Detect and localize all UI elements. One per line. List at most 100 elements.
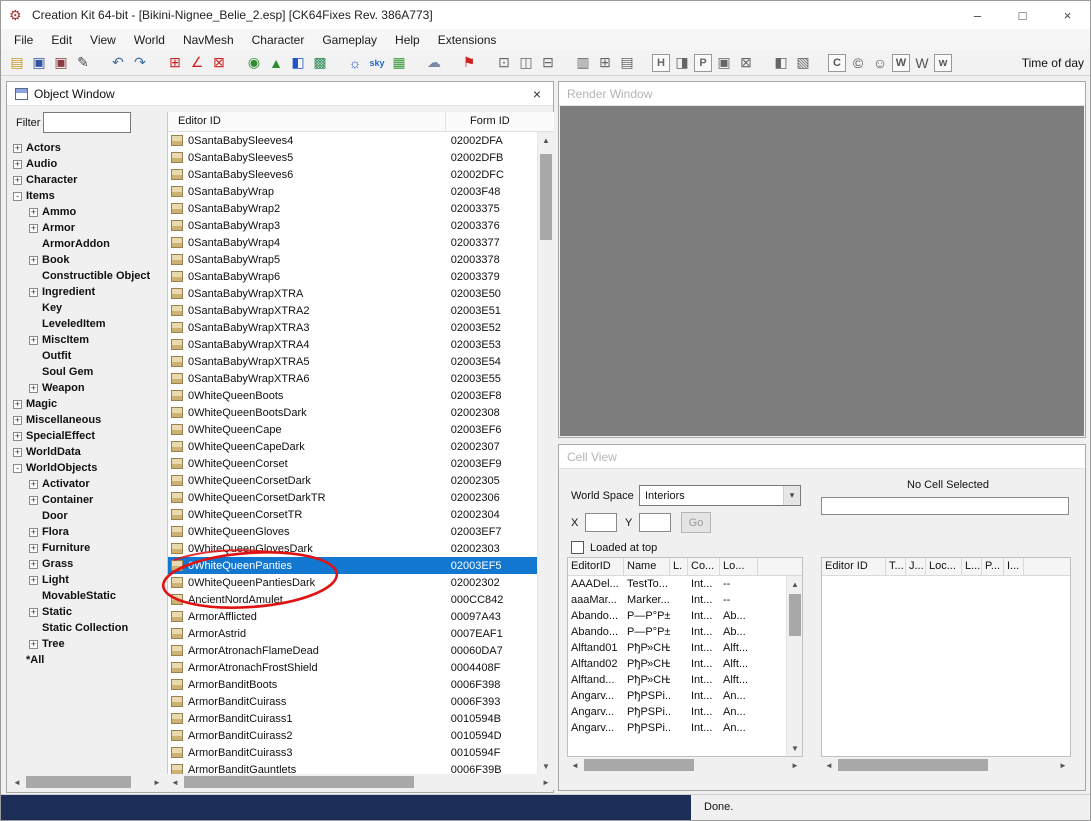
warnings-flag-icon[interactable]: ⚑	[459, 53, 479, 73]
object-row[interactable]: 0SantaBabyWrapXTRA3 02003E52	[168, 319, 538, 336]
cells-horizontal-scrollbar[interactable]: ◄ ►	[567, 757, 803, 773]
world-icon[interactable]: ◉	[244, 53, 264, 73]
scroll-thumb[interactable]	[789, 594, 801, 636]
object-row[interactable]: ArmorAtronachFrostShield 0004408F	[168, 659, 538, 676]
menu-item[interactable]: File	[5, 31, 42, 49]
tree-expand-toggle[interactable]: +	[13, 448, 22, 457]
column-l[interactable]: L.	[670, 558, 688, 575]
lights-icon[interactable]: ☼	[345, 53, 365, 73]
tree-expand-toggle[interactable]: +	[13, 144, 22, 153]
tree-item[interactable]: + Ingredient	[9, 284, 165, 300]
object-row[interactable]: 0WhiteQueenGlovesDark 02002303	[168, 540, 538, 557]
letter-p-icon[interactable]: P	[694, 54, 712, 72]
column-j[interactable]: J...	[906, 558, 926, 575]
object-row[interactable]: 0WhiteQueenCorsetDark 02002305	[168, 472, 538, 489]
tree-item[interactable]: + Armor	[9, 220, 165, 236]
object-row[interactable]: 0WhiteQueenCorset 02003EF9	[168, 455, 538, 472]
scroll-left-icon[interactable]: ◄	[567, 757, 583, 773]
tree-item[interactable]: Soul Gem	[9, 364, 165, 380]
letter-w-circle-icon[interactable]: w	[934, 54, 952, 72]
object-row[interactable]: ArmorBanditGauntlets 0006F39B	[168, 761, 538, 774]
cell-row[interactable]: Alftand02 РђР»СЊ... Int... Alft...	[568, 656, 802, 672]
tree-item[interactable]: + Flora	[9, 524, 165, 540]
cell-search-input[interactable]	[821, 497, 1069, 515]
tree-item[interactable]: Door	[9, 508, 165, 524]
tree-item[interactable]: + Miscellaneous	[9, 412, 165, 428]
tree-item[interactable]: Constructible Object	[9, 268, 165, 284]
tree-item[interactable]: Key	[9, 300, 165, 316]
y-coordinate-input[interactable]	[639, 513, 671, 532]
tool-window-icon-8[interactable]: ▣	[714, 53, 734, 73]
world-space-dropdown[interactable]: Interiors ▾	[639, 485, 801, 506]
object-axes-icon[interactable]: ◧	[288, 53, 308, 73]
tree-expand-toggle[interactable]: +	[13, 416, 22, 425]
chevron-down-icon[interactable]: ▾	[783, 486, 800, 505]
object-row[interactable]: 0SantaBabySleeves4 02002DFA	[168, 132, 538, 149]
tree-expand-toggle[interactable]: +	[29, 640, 38, 649]
tree-item[interactable]: *All	[9, 652, 165, 668]
loaded-at-top-checkbox[interactable]	[571, 541, 584, 554]
face-icon[interactable]: ☺	[870, 53, 890, 73]
object-row[interactable]: 0SantaBabyWrapXTRA2 02003E51	[168, 302, 538, 319]
copyright-icon[interactable]: ©	[848, 53, 868, 73]
scroll-thumb[interactable]	[540, 154, 552, 240]
cell-row[interactable]: Abando... Р—Р°Р±... Int... Ab...	[568, 608, 802, 624]
tree-item[interactable]: + Actors	[9, 140, 165, 156]
object-row[interactable]: 0WhiteQueenBoots 02003EF8	[168, 387, 538, 404]
letter-c-icon[interactable]: C	[828, 54, 846, 72]
object-row[interactable]: 0SantaBabyWrapXTRA4 02003E53	[168, 336, 538, 353]
object-row[interactable]: ArmorBanditCuirass3 0010594F	[168, 744, 538, 761]
object-row[interactable]: 0WhiteQueenCapeDark 02002307	[168, 438, 538, 455]
tree-item[interactable]: + Grass	[9, 556, 165, 572]
tree-expand-toggle[interactable]: +	[29, 256, 38, 265]
cell-row[interactable]: Angarv... РђРЅРі... Int... An...	[568, 720, 802, 736]
tree-expand-toggle[interactable]: +	[29, 208, 38, 217]
x-coordinate-input[interactable]	[585, 513, 617, 532]
object-row[interactable]: AncientNordAmulet 000CC842	[168, 591, 538, 608]
column-l[interactable]: L...	[962, 558, 982, 575]
tree-item[interactable]: + Audio	[9, 156, 165, 172]
tree-expand-toggle[interactable]: +	[13, 432, 22, 441]
list-horizontal-scrollbar[interactable]: ◄ ►	[167, 774, 554, 790]
menu-item[interactable]: Edit	[42, 31, 81, 49]
tree-item[interactable]: + Tree	[9, 636, 165, 652]
tree-expand-toggle[interactable]: +	[29, 480, 38, 489]
column-name[interactable]: Name	[624, 558, 670, 575]
tree-item[interactable]: + MiscItem	[9, 332, 165, 348]
tree-item[interactable]: LeveledItem	[9, 316, 165, 332]
close-button[interactable]: ×	[1045, 1, 1090, 29]
tree-expand-toggle[interactable]: +	[29, 576, 38, 585]
snap-to-angle-icon[interactable]: ∠	[187, 53, 207, 73]
tree-expand-toggle[interactable]: -	[13, 464, 22, 473]
object-row[interactable]: 0WhiteQueenCape 02003EF6	[168, 421, 538, 438]
object-row[interactable]: 0SantaBabySleeves6 02002DFC	[168, 166, 538, 183]
object-row[interactable]: 0SantaBabyWrap3 02003376	[168, 217, 538, 234]
tool-window-icon-4[interactable]: ▥	[573, 53, 593, 73]
scroll-down-icon[interactable]: ▼	[787, 740, 803, 756]
column-form-id[interactable]: Form ID	[446, 112, 539, 131]
object-row[interactable]: 0WhiteQueenCorsetTR 02002304	[168, 506, 538, 523]
object-row[interactable]: ArmorBanditCuirass2 0010594D	[168, 727, 538, 744]
cell-row[interactable]: Abando... Р—Р°Р±... Int... Ab...	[568, 624, 802, 640]
tree-item[interactable]: + SpecialEffect	[9, 428, 165, 444]
tool-window-icon-5[interactable]: ⊞	[595, 53, 615, 73]
object-row[interactable]: ArmorBanditBoots 0006F398	[168, 676, 538, 693]
tree-expand-toggle[interactable]: +	[13, 176, 22, 185]
tool-window-icon-9[interactable]: ◧	[771, 53, 791, 73]
tree-expand-toggle[interactable]: +	[29, 608, 38, 617]
column-editor-id[interactable]: Editor ID	[822, 558, 886, 575]
tree-expand-toggle[interactable]: +	[29, 544, 38, 553]
column-editorid[interactable]: EditorID	[568, 558, 624, 575]
tree-item[interactable]: MovableStatic	[9, 588, 165, 604]
object-window-close-button[interactable]: ×	[529, 86, 545, 102]
save-data-icon[interactable]: ▣	[51, 53, 71, 73]
cell-row[interactable]: Alftand... РђР»СЊ... Int... Alft...	[568, 672, 802, 688]
object-row[interactable]: 0SantaBabyWrap5 02003378	[168, 251, 538, 268]
object-row[interactable]: 0WhiteQueenPantiesDark 02002302	[168, 574, 538, 591]
scroll-down-icon[interactable]: ▼	[538, 758, 554, 774]
tree-expand-toggle[interactable]: +	[13, 400, 22, 409]
tree-horizontal-scrollbar[interactable]: ◄ ►	[9, 774, 165, 790]
letter-w-icon[interactable]: W	[912, 53, 932, 73]
object-row[interactable]: 0SantaBabyWrap 02003F48	[168, 183, 538, 200]
cells-vertical-scrollbar[interactable]: ▲ ▼	[786, 576, 802, 756]
